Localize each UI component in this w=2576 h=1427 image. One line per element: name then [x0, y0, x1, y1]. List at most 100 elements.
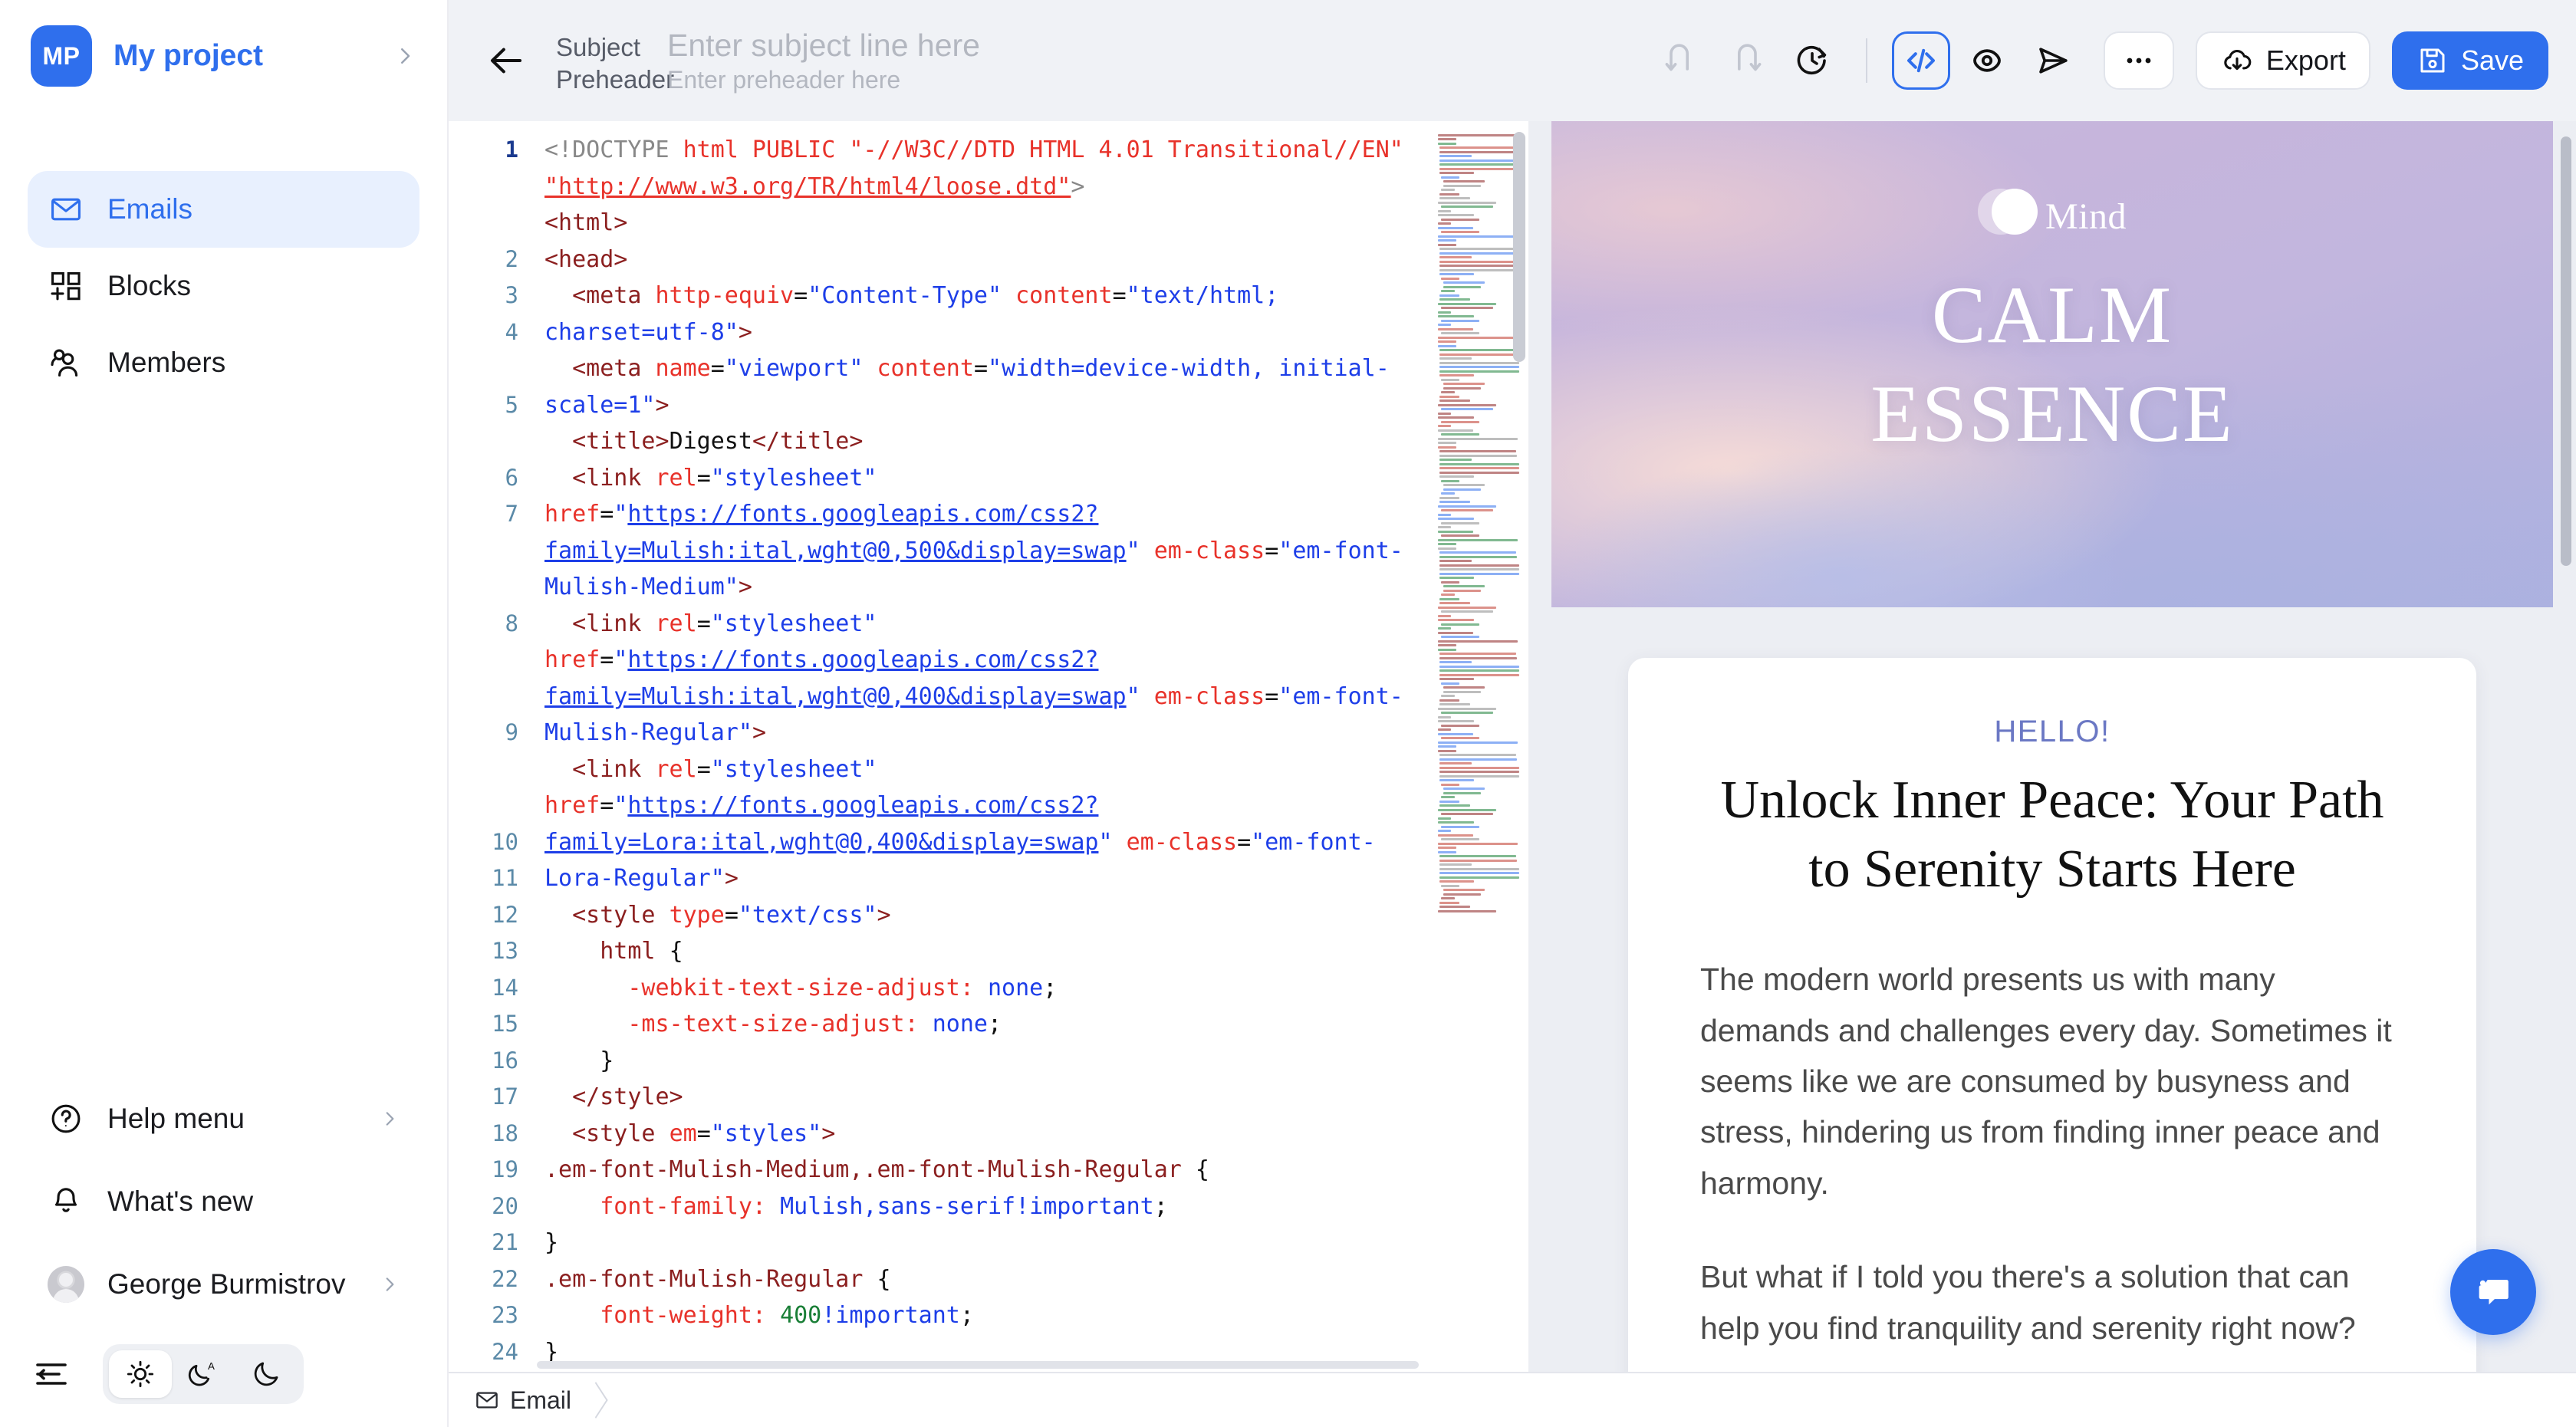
project-avatar: MP [31, 25, 92, 87]
envelope-icon [48, 191, 84, 228]
line-number: 20 [492, 1192, 518, 1219]
back-button[interactable] [479, 34, 533, 87]
sidebar-item-user-account[interactable]: George Burmistrov [28, 1243, 419, 1326]
code-line: <link rel="stylesheet" href="https://fon… [544, 610, 1403, 747]
user-name: George Burmistrov [107, 1268, 346, 1300]
theme-option-light[interactable] [109, 1350, 172, 1398]
code-line: font-family: Mulish,sans-serif!important… [600, 1192, 1168, 1220]
line-number: 21 [492, 1229, 518, 1255]
subject-input[interactable]: Enter subject line here [667, 28, 980, 64]
brand-logo: Mind [1551, 189, 2553, 244]
save-button[interactable]: Save [2391, 31, 2548, 90]
top-toolbar: Subject Enter subject line here Preheade… [449, 0, 2576, 121]
body-paragraph: The modern world presents us with many d… [1700, 962, 2392, 1201]
editor-vertical-scrollbar[interactable] [1513, 132, 1525, 362]
code-line: <title>Digest</title> [572, 428, 864, 455]
code-line: -webkit-text-size-adjust: none; [627, 974, 1058, 1001]
export-label: Export [2265, 44, 2346, 76]
envelope-icon [475, 1388, 499, 1412]
sidebar-item-label: What's new [107, 1185, 254, 1217]
collapse-sidebar-button[interactable] [31, 1353, 72, 1395]
code-text[interactable]: <!DOCTYPE html PUBLIC "-//W3C//DTD HTML … [537, 121, 1435, 1372]
send-button[interactable] [2024, 31, 2082, 90]
preview-eye-button[interactable] [1958, 31, 2016, 90]
line-number: 17 [492, 1083, 518, 1110]
preview-vertical-scrollbar[interactable] [2561, 136, 2571, 566]
floppy-disk-icon [2416, 44, 2449, 77]
page-title: Unlock Inner Peace: Your Path to Serenit… [1720, 771, 2384, 899]
code-line: <meta http-equiv="Content-Type" content=… [544, 282, 1293, 346]
line-number: 24 [492, 1338, 518, 1365]
body-paragraph: But what if I told you there's a solutio… [1700, 1259, 2356, 1346]
toolbar-actions: Export Save [1651, 31, 2548, 90]
main-area: Subject Enter subject line here Preheade… [449, 0, 2576, 1427]
bottom-breadcrumb-bar: Email [449, 1372, 2576, 1427]
theme-option-auto[interactable]: A [172, 1350, 235, 1398]
app-root: MP My project Emails Blocks Members Help… [0, 0, 2576, 1427]
avatar [48, 1266, 84, 1303]
code-line: } [600, 1047, 614, 1074]
primary-nav: Emails Blocks Members [0, 171, 447, 401]
breadcrumb-label: Email [510, 1386, 572, 1414]
code-line: font-weight: 400!important; [600, 1302, 974, 1329]
line-number: 7 [505, 501, 518, 527]
chevron-right-icon [380, 1103, 400, 1134]
preheader-input[interactable]: Enter preheader here [667, 66, 900, 94]
project-name: My project [114, 39, 264, 72]
editor-horizontal-scrollbar[interactable] [537, 1361, 1419, 1369]
hero-banner: Mind CALM ESSENCE [1551, 121, 2553, 607]
workspace: 1 2 3 4 5 6 7 8 9 10 11 12 13 14 15 16 1… [449, 121, 2576, 1372]
bell-icon [48, 1183, 84, 1220]
code-editor[interactable]: 1 2 3 4 5 6 7 8 9 10 11 12 13 14 15 16 1… [449, 121, 1528, 1372]
subject-label: Subject [556, 32, 641, 61]
code-line: } [544, 1229, 559, 1256]
theme-option-dark[interactable] [235, 1350, 298, 1398]
export-button[interactable]: Export [2195, 31, 2370, 90]
code-line: .em-font-Mulish-Regular { [544, 1265, 891, 1293]
breadcrumb-item-email[interactable]: Email [449, 1373, 593, 1427]
code-line: </style> [572, 1083, 683, 1110]
sidebar-item-whats-new[interactable]: What's new [28, 1160, 419, 1243]
sidebar: MP My project Emails Blocks Members Help… [0, 0, 449, 1427]
line-number: 16 [492, 1047, 518, 1074]
code-line: <style type="text/css"> [572, 901, 891, 929]
chevron-right-icon [380, 1269, 400, 1300]
hero-title-line2: ESSENCE [1870, 369, 2234, 459]
redo-button[interactable] [1717, 31, 1775, 90]
question-circle-icon [48, 1100, 84, 1137]
mind-logo-icon [1977, 189, 2038, 244]
code-line: html { [600, 938, 683, 965]
chat-button[interactable] [2450, 1249, 2536, 1335]
subject-row: Subject Enter subject line here [556, 28, 980, 64]
secondary-nav: Help menu What's new George Burmistrov [0, 1077, 447, 1326]
eyebrow-text: HELLO! [1994, 715, 2110, 748]
sidebar-item-help-menu[interactable]: Help menu [28, 1077, 419, 1160]
line-number: 11 [492, 865, 518, 891]
theme-toggle[interactable]: A [103, 1344, 304, 1404]
sidebar-item-label: Emails [107, 193, 193, 225]
sidebar-item-members[interactable]: Members [28, 324, 419, 401]
line-number: 13 [492, 938, 518, 964]
brand-name: Mind [2045, 196, 2127, 237]
line-number: 2 [505, 245, 518, 272]
sidebar-item-blocks[interactable]: Blocks [28, 248, 419, 324]
history-button[interactable] [1783, 31, 1841, 90]
project-switcher[interactable]: MP My project [0, 0, 447, 87]
save-label: Save [2460, 44, 2524, 76]
sidebar-item-emails[interactable]: Emails [28, 171, 419, 248]
content-card: HELLO! Unlock Inner Peace: Your Path to … [1628, 658, 2476, 1372]
preheader-row: Preheader Enter preheader here [556, 65, 980, 94]
chevron-right-icon [393, 38, 416, 74]
line-number: 9 [505, 719, 518, 745]
undo-button[interactable] [1651, 31, 1709, 90]
hero-title: CALM ESSENCE [1551, 265, 2553, 464]
more-options-button[interactable] [2103, 31, 2174, 90]
code-view-button[interactable] [1891, 31, 1950, 90]
sidebar-item-label: Members [107, 347, 226, 378]
line-number: 22 [492, 1265, 518, 1292]
line-number-gutter: 1 2 3 4 5 6 7 8 9 10 11 12 13 14 15 16 1… [449, 121, 537, 1372]
line-number: 5 [505, 391, 518, 418]
blocks-icon [48, 268, 84, 304]
code-line: .em-font-Mulish-Medium,.em-font-Mulish-R… [544, 1156, 1209, 1183]
code-line: -ms-text-size-adjust: none; [627, 1011, 1002, 1037]
